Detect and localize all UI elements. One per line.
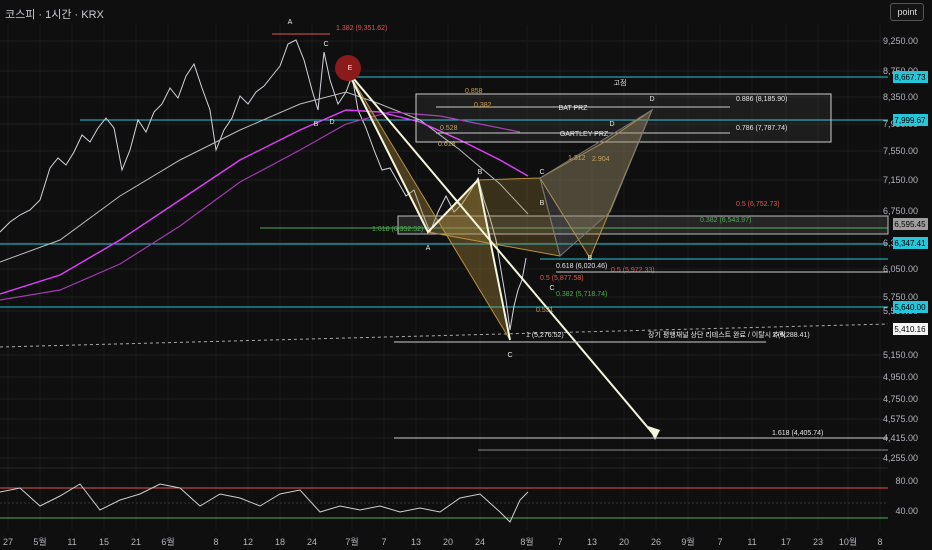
- x-tick-label: 20: [443, 537, 453, 547]
- level-label: 0.5 (5,877.58): [540, 275, 584, 282]
- y-tick-label: 4,750.00: [883, 394, 918, 404]
- price-tag-label: 8,667.73: [894, 73, 926, 82]
- pattern-point-label: C: [323, 41, 328, 48]
- price-tag-label: 6,347.41: [894, 239, 926, 248]
- pattern-point-label: B: [540, 200, 545, 207]
- x-tick-label: 7: [381, 537, 386, 547]
- pattern-point-label: A: [426, 245, 431, 252]
- price-tag: 5,410.16: [893, 323, 928, 335]
- ratio-label: 1.312: [568, 155, 586, 162]
- x-tick-label: 26: [651, 537, 661, 547]
- level-label: 0.382 (6,543.97): [700, 217, 751, 224]
- y-tick-label: 5,150.00: [883, 350, 918, 360]
- level-label: 0.5 (6,752.73): [736, 201, 780, 208]
- price-tag-label: 5,410.16: [894, 325, 926, 334]
- pattern-point-label: C: [507, 352, 512, 359]
- level-label: 1 (5,276.52): [526, 332, 564, 339]
- y-tick-label: 6,050.00: [883, 264, 918, 274]
- ratio-label: 0.528: [440, 125, 458, 132]
- chart-canvas[interactable]: 9,250.008,750.008,350.007,950.007,550.00…: [0, 0, 932, 550]
- x-tick-label: 13: [587, 537, 597, 547]
- price-tag: 6,347.41: [893, 237, 928, 249]
- point-button[interactable]: point: [890, 3, 924, 21]
- x-tick-label: 18: [275, 537, 285, 547]
- pattern-point-label: D: [329, 119, 334, 126]
- annotation-text: 장기 평행채널 상단 리테스트 완료 / 이탈시 추락: [648, 330, 786, 339]
- x-tick-label: 11: [67, 537, 76, 547]
- y-tick-label: 4,575.00: [883, 414, 918, 424]
- chart-title: 코스피 · 1시간 · KRX: [5, 9, 104, 21]
- ratio-label: 0.531: [536, 307, 554, 314]
- x-tick-label: 9월: [681, 536, 694, 547]
- pattern-point-label: C: [549, 285, 554, 292]
- x-tick-label: 21: [131, 537, 141, 547]
- ratio-label: 0.858: [465, 88, 483, 95]
- y-tick-label: 5,750.00: [883, 292, 918, 302]
- bat-prz-label: BAT PRZ: [559, 105, 589, 112]
- pattern-point-label: E: [348, 65, 353, 72]
- level-label: 0.5 (5,972.33): [611, 267, 655, 274]
- x-tick-label: 7: [557, 537, 562, 547]
- pattern-point-label: B: [478, 169, 483, 176]
- x-tick-label: 27: [3, 537, 13, 547]
- x-tick-label: 24: [475, 537, 485, 547]
- y-tick-label: 6,750.00: [883, 206, 918, 216]
- pattern-point-label: C: [539, 169, 544, 176]
- y-tick-label: 4,415.00: [883, 433, 918, 443]
- ratio-label: 0.618: [438, 141, 456, 148]
- x-tick-label: 6월: [161, 536, 174, 547]
- x-tick-label: 20: [619, 537, 629, 547]
- price-tag: 7,999.67: [893, 114, 928, 126]
- osc-tick-label: 80.00: [895, 476, 918, 486]
- x-tick-label: 10월: [839, 536, 857, 547]
- price-tag: 8,667.73: [893, 71, 928, 83]
- gartley-prz-label: GARTLEY PRZ: [560, 131, 609, 138]
- prz-title: 고점: [614, 79, 627, 87]
- price-tag: 5,640.00: [893, 301, 928, 313]
- x-tick-label: 15: [99, 537, 109, 547]
- x-tick-label: 8: [213, 537, 218, 547]
- level-label: 0.786 (7,787.74): [736, 125, 787, 132]
- x-tick-label: 5월: [33, 536, 46, 547]
- level-label: 1.382 (9,351.62): [336, 25, 387, 32]
- osc-tick-label: 40.00: [895, 506, 918, 516]
- ratio-label: 0.382: [474, 102, 492, 109]
- price-tag: 6,595.45: [893, 218, 928, 230]
- x-tick-label: 7월: [345, 536, 358, 547]
- price-tag-label: 5,640.00: [894, 303, 926, 312]
- level-label: 1.618 (4,405.74): [772, 430, 823, 437]
- pattern-point-label: B: [314, 121, 319, 128]
- x-tick-label: 13: [411, 537, 421, 547]
- level-label: 0.382 (5,718.74): [556, 291, 607, 298]
- price-tag-label: 6,595.45: [894, 220, 926, 229]
- x-tick-label: 8월: [520, 536, 533, 547]
- y-tick-label: 9,250.00: [883, 36, 918, 46]
- x-tick-label: 23: [813, 537, 823, 547]
- pattern-point-label: B: [588, 255, 593, 262]
- level-label: 0.886 (8,185.90): [736, 96, 787, 103]
- x-tick-label: 11: [747, 537, 756, 547]
- prz-d-label: D: [649, 96, 654, 103]
- pattern-point-label: A: [288, 19, 293, 26]
- y-tick-label: 7,150.00: [883, 175, 918, 185]
- y-tick-label: 8,350.00: [883, 92, 918, 102]
- x-tick-label: 12: [243, 537, 253, 547]
- level-label: 1.618 (6,352.52): [372, 226, 423, 233]
- y-tick-label: 7,550.00: [883, 146, 918, 156]
- x-tick-label: 17: [781, 537, 791, 547]
- level-label: 0.618 (6,020.46): [556, 263, 607, 270]
- y-tick-label: 4,255.00: [883, 453, 918, 463]
- y-tick-label: 4,950.00: [883, 372, 918, 382]
- x-tick-label: 8: [877, 537, 882, 547]
- price-series: [0, 39, 527, 331]
- x-tick-label: 7: [717, 537, 722, 547]
- pattern-point-label: D: [609, 121, 614, 128]
- ratio-label: 2.904: [592, 156, 610, 163]
- price-tag-label: 7,999.67: [894, 116, 926, 125]
- x-tick-label: 24: [307, 537, 317, 547]
